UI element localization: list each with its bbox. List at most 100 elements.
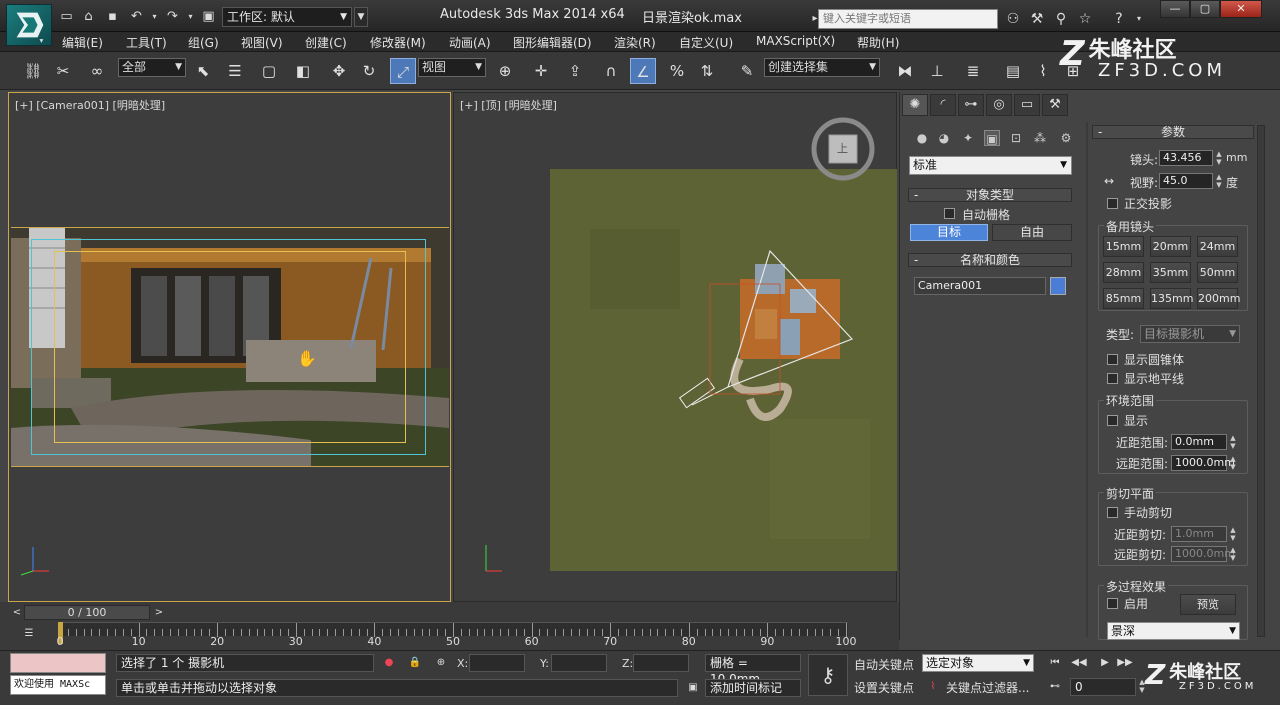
- cameras-icon[interactable]: ▣: [984, 130, 1000, 146]
- viewcube-face-label[interactable]: 上: [837, 140, 848, 156]
- app-logo-button[interactable]: ▾: [6, 4, 52, 46]
- frame-ruler[interactable]: [58, 622, 848, 637]
- spinner-snap-icon[interactable]: ⇅: [694, 58, 720, 84]
- communication-icon[interactable]: ⚲: [1052, 10, 1070, 28]
- space-warps-icon[interactable]: ⁂: [1032, 130, 1048, 146]
- unlink-icon[interactable]: ✂: [50, 58, 76, 84]
- systems-icon[interactable]: ⚙: [1058, 130, 1074, 146]
- menu-maxscript[interactable]: MAXScript(X): [756, 34, 835, 48]
- far-clip-arrows-icon[interactable]: ▲ ▼: [1228, 546, 1238, 562]
- lens-24mm-button[interactable]: 24mm: [1197, 236, 1238, 257]
- redo-icon[interactable]: ↷: [164, 8, 181, 25]
- multipass-enable-checkbox[interactable]: [1107, 598, 1118, 609]
- near-range-spinner[interactable]: 0.0mm: [1171, 434, 1227, 450]
- lights-icon[interactable]: ✦: [960, 130, 976, 146]
- time-slider[interactable]: 0 / 100: [24, 605, 150, 620]
- lens-200mm-button[interactable]: 200mm: [1197, 288, 1240, 309]
- target-camera-button[interactable]: 目标: [910, 224, 988, 241]
- geometry-icon[interactable]: ●: [914, 130, 930, 146]
- select-manipulate-icon[interactable]: ✛: [528, 58, 554, 84]
- lens-spinner[interactable]: 43.456: [1159, 150, 1213, 166]
- show-horizon-checkbox[interactable]: [1107, 373, 1118, 384]
- new-file-icon[interactable]: ▭: [58, 8, 75, 25]
- search-input[interactable]: 键入关键字或短语: [818, 9, 998, 29]
- menu-help[interactable]: 帮助(H): [857, 34, 899, 51]
- fov-spinner[interactable]: 45.0: [1159, 173, 1213, 189]
- menu-rendering[interactable]: 渲染(R): [614, 34, 656, 51]
- y-coord-field[interactable]: [551, 654, 607, 672]
- lens-35mm-button[interactable]: 35mm: [1150, 262, 1191, 283]
- isolate-icon[interactable]: ●: [380, 655, 398, 671]
- motion-tab-icon[interactable]: ◎: [986, 94, 1012, 116]
- utilities-tab-icon[interactable]: ⚒: [1042, 94, 1068, 116]
- rotate-icon[interactable]: ↻: [356, 58, 382, 84]
- lens-85mm-button[interactable]: 85mm: [1103, 288, 1144, 309]
- workspace-menu-button[interactable]: ▼: [354, 7, 368, 27]
- set-key-button[interactable]: 设置关键点: [854, 679, 914, 696]
- snaps-toggle-icon[interactable]: ∩: [598, 58, 624, 84]
- object-type-rollout-header[interactable]: - 对象类型: [908, 188, 1072, 202]
- next-frame-arrow-icon[interactable]: >: [150, 605, 168, 621]
- autogrid-checkbox[interactable]: [944, 208, 955, 219]
- selection-lock-icon[interactable]: 🔒: [406, 655, 424, 671]
- parameters-rollout-header[interactable]: - 参数: [1092, 125, 1254, 139]
- graphite-ribbon-icon[interactable]: ▤: [1000, 58, 1026, 84]
- window-crossing-icon[interactable]: ◧: [290, 58, 316, 84]
- link-icon[interactable]: ⛓: [20, 58, 46, 84]
- rect-selection-icon[interactable]: ▢: [256, 58, 282, 84]
- top-viewport-label[interactable]: [+] [顶] [明暗处理]: [460, 97, 557, 113]
- project-folder-icon[interactable]: ▣: [200, 8, 217, 25]
- maximize-button[interactable]: ▢: [1190, 0, 1220, 18]
- top-viewport[interactable]: [+] [顶] [明暗处理] 上: [453, 92, 897, 602]
- add-time-tag-field[interactable]: 添加时间标记: [705, 679, 801, 697]
- curve-editor-icon[interactable]: ⌇: [1030, 58, 1056, 84]
- keyboard-shortcut-icon[interactable]: ⇪: [562, 58, 588, 84]
- hierarchy-tab-icon[interactable]: ⊶: [958, 94, 984, 116]
- binoculars-icon[interactable]: ⚇: [1004, 10, 1022, 28]
- ortho-checkbox[interactable]: [1107, 198, 1118, 209]
- menu-group[interactable]: 组(G): [188, 34, 219, 51]
- x-coord-field[interactable]: [469, 654, 525, 672]
- multipass-effect-dropdown[interactable]: 景深 ▼: [1107, 622, 1240, 640]
- category-dropdown[interactable]: 标准 ▼: [909, 156, 1072, 175]
- menu-animation[interactable]: 动画(A): [449, 34, 491, 51]
- name-color-rollout-header[interactable]: - 名称和颜色: [908, 253, 1072, 267]
- lens-15mm-button[interactable]: 15mm: [1103, 236, 1144, 257]
- viewcube[interactable]: 上: [811, 117, 875, 181]
- menu-views[interactable]: 视图(V): [241, 34, 283, 51]
- align-icon[interactable]: ⊥: [924, 58, 950, 84]
- fov-spinner-arrows-icon[interactable]: ▲ ▼: [1214, 173, 1224, 189]
- open-file-icon[interactable]: ⌂: [80, 8, 97, 25]
- mini-curve-editor-icon[interactable]: ☰: [20, 626, 38, 642]
- percent-snap-icon[interactable]: %: [664, 58, 690, 84]
- command-panel-scrollbar[interactable]: [1257, 125, 1265, 637]
- named-selection-dropdown[interactable]: 创建选择集 ▼: [764, 58, 880, 77]
- near-clip-spinner[interactable]: 1.0mm: [1171, 526, 1227, 542]
- auto-key-button[interactable]: 自动关键点: [854, 656, 914, 673]
- object-color-swatch[interactable]: [1050, 277, 1066, 295]
- previous-key-icon[interactable]: ◀◀: [1070, 655, 1088, 671]
- scale-icon[interactable]: ⤢: [390, 58, 416, 84]
- select-object-icon[interactable]: ⬉: [190, 58, 216, 84]
- reference-coord-dropdown[interactable]: 视图 ▼: [418, 58, 486, 77]
- help-icon[interactable]: ?: [1110, 10, 1128, 28]
- favorites-star-icon[interactable]: ☆: [1076, 10, 1094, 28]
- key-filter-icon[interactable]: ⌇: [924, 679, 942, 695]
- key-filters-button[interactable]: 关键点过滤器...: [946, 679, 1029, 696]
- free-camera-button[interactable]: 自由: [992, 224, 1072, 241]
- far-range-arrows-icon[interactable]: ▲ ▼: [1228, 455, 1238, 471]
- time-tag-icon[interactable]: ▣: [684, 680, 702, 696]
- show-cone-checkbox[interactable]: [1107, 354, 1118, 365]
- far-range-spinner[interactable]: 1000.0mm: [1171, 455, 1235, 471]
- far-clip-spinner[interactable]: 1000.0mm: [1171, 546, 1235, 562]
- select-by-name-icon[interactable]: ☰: [222, 58, 248, 84]
- menu-graph-editors[interactable]: 图形编辑器(D): [513, 34, 592, 51]
- maxscript-input[interactable]: 欢迎使用 MAXSc: [10, 675, 106, 695]
- modify-tab-icon[interactable]: ◜: [930, 94, 956, 116]
- shapes-icon[interactable]: ◕: [936, 130, 952, 146]
- key-mode-icon[interactable]: ⊷: [1046, 679, 1064, 695]
- camera-viewport-label[interactable]: [+] [Camera001] [明暗处理]: [15, 97, 165, 113]
- menu-tools[interactable]: 工具(T): [126, 34, 167, 51]
- pivot-center-icon[interactable]: ⊕: [492, 58, 518, 84]
- current-frame-field[interactable]: 0: [1070, 678, 1136, 696]
